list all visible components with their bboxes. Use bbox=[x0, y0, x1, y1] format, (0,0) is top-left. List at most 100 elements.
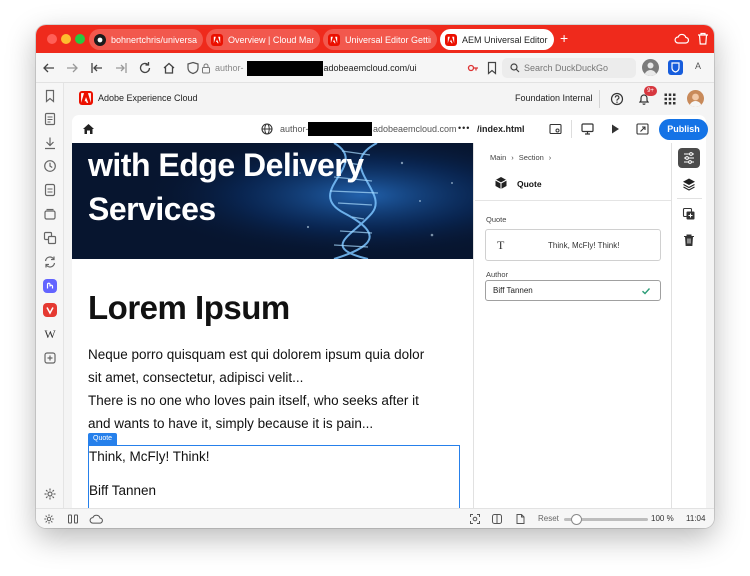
bookmarks-icon[interactable] bbox=[43, 89, 57, 103]
tab-label: AEM Universal Editor | Ado bbox=[462, 34, 548, 45]
zoom-window-button[interactable] bbox=[75, 34, 85, 44]
translate-icon[interactable] bbox=[43, 231, 57, 245]
adobe-icon bbox=[211, 33, 223, 46]
minimize-window-button[interactable] bbox=[61, 34, 71, 44]
reload-icon[interactable] bbox=[138, 61, 152, 75]
capture-icon[interactable] bbox=[469, 513, 481, 525]
close-window-button[interactable] bbox=[47, 34, 57, 44]
page-path[interactable]: /index.html bbox=[477, 124, 525, 134]
panel-divider bbox=[475, 200, 671, 201]
split-view-icon[interactable] bbox=[67, 513, 79, 525]
tab-universal-editor[interactable]: AEM Universal Editor | Ado bbox=[440, 29, 554, 50]
user-avatar[interactable] bbox=[687, 90, 704, 107]
hero-image[interactable]: with Edge Delivery Services bbox=[72, 143, 473, 259]
app-grid-icon[interactable] bbox=[663, 92, 677, 106]
delete-icon[interactable] bbox=[682, 233, 696, 247]
extension-icon[interactable] bbox=[466, 61, 480, 75]
tab-cloud-manager[interactable]: Overview | Cloud Manager bbox=[206, 29, 320, 50]
bookmark-icon[interactable] bbox=[485, 61, 499, 75]
reading-list-icon[interactable] bbox=[43, 112, 57, 126]
tab-label: Overview | Cloud Manager bbox=[228, 34, 314, 45]
profile-letter[interactable]: A bbox=[695, 61, 701, 71]
rewind-icon[interactable] bbox=[90, 61, 104, 75]
forward-arrow-icon[interactable] bbox=[65, 61, 79, 75]
properties-rail-button[interactable] bbox=[678, 148, 700, 168]
page-canvas: with Edge Delivery Services Lorem Ipsum … bbox=[72, 143, 474, 508]
zoom-slider-thumb[interactable] bbox=[571, 514, 582, 525]
cube-icon bbox=[495, 177, 507, 189]
address-bar[interactable]: author- adobeaemcloud.com/ui bbox=[201, 58, 503, 78]
adobe-logo-icon[interactable] bbox=[79, 91, 93, 105]
shield-icon[interactable] bbox=[186, 61, 200, 75]
properties-panel: Main › Section › Quote Quote T Think, Mc… bbox=[475, 143, 671, 508]
desktop-icon[interactable] bbox=[581, 123, 594, 135]
search-placeholder: Search DuckDuckGo bbox=[524, 63, 609, 73]
paragraph-line: Neque porro quisquam est qui dolorem ips… bbox=[88, 347, 425, 362]
zoom-reset-button[interactable]: Reset bbox=[538, 514, 559, 523]
mastodon-icon[interactable] bbox=[43, 279, 57, 293]
hero-title[interactable]: with Edge Delivery Services bbox=[88, 143, 364, 231]
back-arrow-icon[interactable] bbox=[42, 61, 56, 75]
browser-window: bohnertchris/universal-ed Overview | Clo… bbox=[36, 25, 714, 528]
duplicate-icon[interactable] bbox=[682, 207, 696, 221]
breadcrumb: Main › Section › bbox=[490, 153, 556, 162]
layers-icon[interactable] bbox=[682, 177, 696, 191]
cloud-icon[interactable] bbox=[674, 32, 689, 45]
open-page-icon[interactable] bbox=[636, 123, 649, 135]
properties-icon[interactable] bbox=[549, 123, 562, 135]
selection-label: Quote bbox=[88, 433, 118, 445]
chevron-right-icon: › bbox=[511, 153, 514, 162]
quote-text[interactable]: Think, McFly! Think! bbox=[89, 449, 210, 464]
tab-label: Universal Editor Getting St bbox=[345, 34, 431, 45]
notification-badge: 9+ bbox=[644, 86, 657, 96]
history-icon[interactable] bbox=[43, 159, 57, 173]
body-paragraph[interactable]: Neque porro quisquam est qui dolorem ips… bbox=[88, 343, 468, 435]
sync-icon[interactable] bbox=[43, 255, 57, 269]
quote-block[interactable]: Think, McFly! Think! Biff Tannen bbox=[88, 445, 460, 508]
home-icon[interactable] bbox=[82, 123, 95, 135]
author-field-value: Biff Tannen bbox=[493, 286, 533, 295]
downloads-icon[interactable] bbox=[43, 136, 57, 150]
zoom-slider[interactable] bbox=[564, 514, 648, 525]
profile-avatar[interactable] bbox=[642, 59, 659, 76]
editor-content: with Edge Delivery Services Lorem Ipsum … bbox=[72, 143, 706, 508]
url-host: adobeaemcloud.com/ui bbox=[323, 63, 417, 73]
browser-sidebar: W bbox=[36, 83, 64, 508]
add-panel-icon[interactable] bbox=[43, 351, 57, 365]
url-more-button[interactable]: ••• bbox=[458, 123, 470, 133]
breadcrumb-item[interactable]: Main bbox=[490, 153, 506, 162]
tab-bar: bohnertchris/universal-ed Overview | Clo… bbox=[36, 25, 714, 53]
hero-line: Services bbox=[88, 191, 216, 227]
breadcrumb-item[interactable]: Section bbox=[519, 153, 544, 162]
notes-icon[interactable] bbox=[43, 183, 57, 197]
panel-settings-icon[interactable] bbox=[43, 513, 55, 525]
adobe-icon bbox=[445, 33, 457, 46]
trash-icon[interactable] bbox=[697, 32, 709, 45]
help-icon[interactable] bbox=[610, 92, 624, 106]
vivaldi-icon[interactable] bbox=[43, 303, 57, 317]
author-field[interactable]: Biff Tannen bbox=[485, 280, 661, 301]
tab-getting-started[interactable]: Universal Editor Getting St bbox=[323, 29, 437, 50]
publish-button[interactable]: Publish bbox=[659, 119, 708, 140]
quote-author[interactable]: Biff Tannen bbox=[89, 483, 156, 498]
paragraph-line: sit amet, consectetur, adipisci velit... bbox=[88, 370, 304, 385]
brand-title[interactable]: Adobe Experience Cloud bbox=[98, 93, 198, 103]
password-manager-icon[interactable] bbox=[668, 60, 683, 75]
browser-toolbar: author- adobeaemcloud.com/ui Search Duck… bbox=[36, 53, 714, 83]
quote-richtext-field[interactable]: T Think, McFly! Think! bbox=[485, 229, 661, 261]
page-actions-icon[interactable] bbox=[514, 513, 526, 525]
preview-play-icon[interactable] bbox=[609, 123, 621, 135]
page-heading[interactable]: Lorem Ipsum bbox=[88, 289, 290, 327]
tile-icon[interactable] bbox=[491, 513, 503, 525]
settings-icon[interactable] bbox=[43, 487, 57, 501]
search-field[interactable]: Search DuckDuckGo bbox=[502, 58, 636, 78]
new-tab-button[interactable]: + bbox=[560, 29, 568, 47]
org-switcher[interactable]: Foundation Internal bbox=[515, 93, 593, 103]
url-prefix: author- bbox=[215, 63, 244, 73]
tab-github[interactable]: bohnertchris/universal-ed bbox=[89, 29, 203, 50]
cloud-sync-icon[interactable] bbox=[89, 513, 103, 525]
stack-icon[interactable] bbox=[43, 207, 57, 221]
wikipedia-icon[interactable]: W bbox=[43, 327, 57, 341]
home-icon[interactable] bbox=[162, 61, 176, 75]
fast-forward-icon[interactable] bbox=[114, 61, 128, 75]
